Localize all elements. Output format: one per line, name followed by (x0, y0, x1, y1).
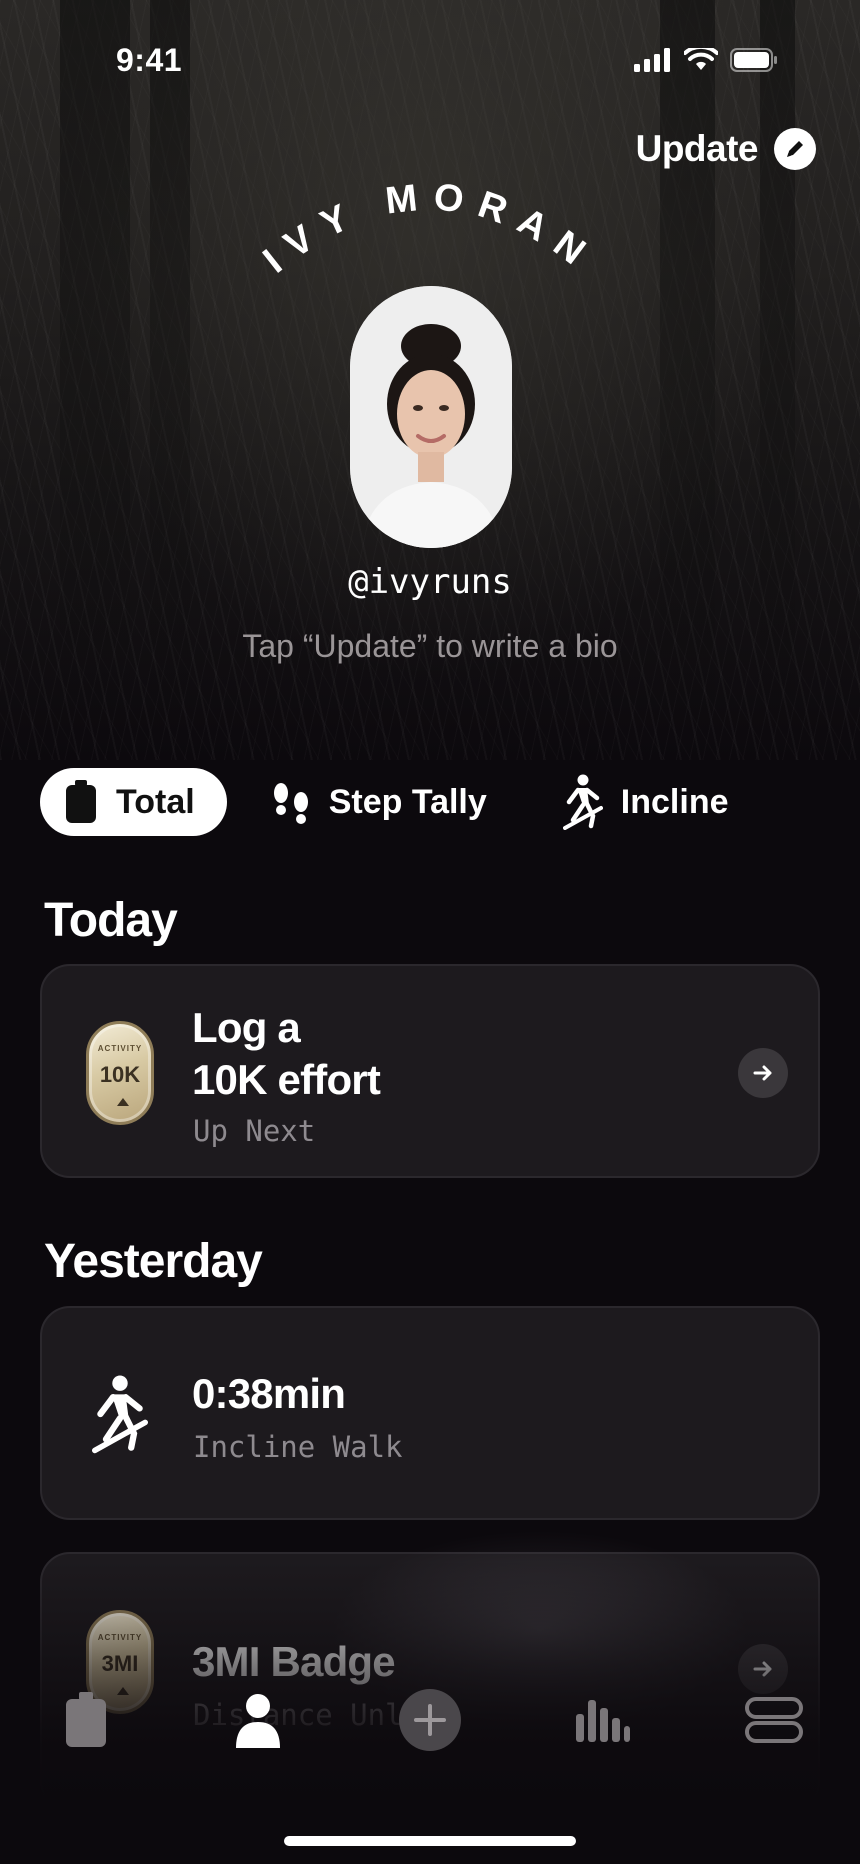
status-icons (634, 48, 778, 72)
section-title-today: Today (44, 894, 178, 947)
display-name-arc: IVY MORAN (256, 176, 604, 280)
card-title-line1: Log a (192, 1004, 301, 1051)
footprints-icon (273, 783, 308, 824)
settings-toggle-icon (745, 1697, 803, 1743)
tab-label: Step Tally (328, 782, 487, 821)
avatar[interactable] (350, 286, 512, 548)
nav-profile[interactable] (208, 1680, 308, 1760)
tab-total[interactable]: Total (40, 768, 227, 836)
update-label: Update (635, 128, 759, 169)
arrow-right-icon[interactable] (738, 1048, 788, 1098)
nav-settings[interactable] (724, 1680, 824, 1760)
cellular-signal-icon (634, 48, 670, 72)
svg-text:IVY MORAN: IVY MORAN (256, 176, 604, 280)
bottom-nav (0, 1680, 860, 1790)
update-profile-button[interactable]: Update (636, 128, 816, 170)
badge-value: 10K (99, 1062, 141, 1087)
hiker-icon (562, 774, 603, 830)
display-name: IVY MORAN (256, 176, 590, 280)
bio-placeholder[interactable]: Tap “Update” to write a bio (0, 628, 860, 665)
card-title-line2: 10K effort (192, 1056, 381, 1103)
add-icon (399, 1689, 461, 1751)
nav-add[interactable] (380, 1680, 480, 1760)
phone-icon (66, 780, 96, 823)
activity-badge-10k: ACTIVITY 10K (86, 1021, 154, 1125)
tab-step-tally[interactable]: Step Tally (247, 768, 519, 836)
section-title-yesterday: Yesterday (44, 1235, 263, 1288)
nav-stats[interactable] (552, 1680, 652, 1760)
username-handle: @ivyruns (348, 562, 512, 602)
card-subtitle: Incline Walk (193, 1430, 403, 1464)
pencil-icon (774, 128, 816, 170)
tab-label: Incline (620, 782, 729, 821)
battery-icon (730, 48, 777, 72)
phone-icon (66, 1692, 106, 1747)
card-title: 0:38min (192, 1370, 346, 1417)
today-next-card[interactable]: ACTIVITY 10K Log a 10K effort Up Next (40, 964, 820, 1178)
nav-total[interactable] (36, 1680, 136, 1760)
badge-value: 3MI (101, 1651, 139, 1676)
badge-label: ACTIVITY (97, 1044, 143, 1053)
card-subtitle: Up Next (193, 1114, 316, 1148)
status-time: 9:41 (116, 42, 183, 78)
stats-icon (576, 1700, 630, 1742)
activity-tabs: Total Step Tally Incline (40, 768, 761, 836)
wifi-icon (684, 48, 718, 70)
badge-label: ACTIVITY (97, 1633, 143, 1642)
hiker-icon (92, 1375, 148, 1454)
profile-icon (236, 1694, 280, 1748)
tab-label: Total (116, 782, 195, 821)
status-bar: 9:41 (0, 0, 860, 120)
incline-walk-card[interactable]: 0:38min Incline Walk (40, 1306, 820, 1520)
badge-triangle-icon (117, 1098, 129, 1106)
home-indicator[interactable] (284, 1836, 576, 1846)
avatar-portrait (350, 286, 512, 548)
tab-incline[interactable]: Incline (539, 768, 761, 836)
